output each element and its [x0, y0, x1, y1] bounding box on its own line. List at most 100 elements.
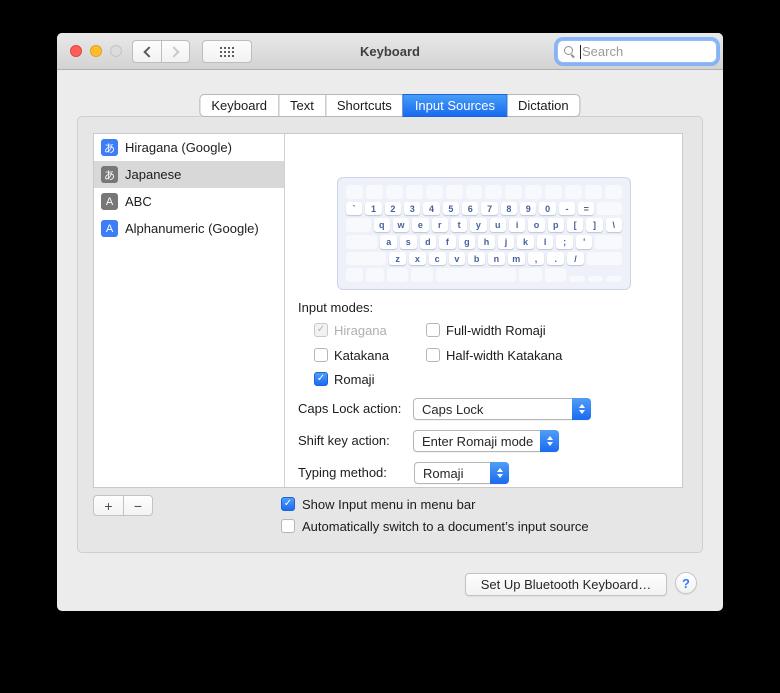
key-blank: [545, 268, 566, 283]
key--: -: [558, 201, 576, 216]
checkbox-katakana-label[interactable]: Katakana: [334, 348, 389, 363]
checkbox-hiragana: ✓: [314, 323, 328, 337]
key-blank: [606, 276, 622, 283]
checkbox-show-input-menu-label[interactable]: Show Input menu in menu bar: [302, 497, 475, 512]
key-b: b: [468, 251, 486, 266]
key-blank: [346, 268, 364, 283]
key-q: q: [373, 218, 390, 233]
list-item-abc[interactable]: A ABC: [94, 188, 284, 215]
key-2: 2: [384, 201, 402, 216]
key-j: j: [497, 235, 515, 249]
close-button[interactable]: [70, 45, 82, 57]
key-;: ;: [556, 235, 573, 249]
checkbox-auto-switch-label[interactable]: Automatically switch to a document’s inp…: [302, 519, 589, 534]
checkbox-half-width-katakana-label[interactable]: Half-width Katakana: [446, 348, 562, 363]
show-all-button[interactable]: [202, 40, 252, 63]
key-]: ]: [586, 218, 603, 233]
list-item-japanese[interactable]: あ Japanese: [94, 161, 284, 188]
checkbox-full-width-romaji[interactable]: [426, 323, 440, 337]
typing-method-value: Romaji: [423, 465, 464, 481]
input-source-icon: あ: [101, 139, 118, 156]
key-blank: [366, 268, 384, 283]
checkbox-show-input-menu[interactable]: ✓: [281, 497, 295, 511]
key-p: p: [547, 218, 564, 233]
checkbox-romaji[interactable]: ✓: [314, 372, 328, 386]
key-,: ,: [527, 251, 545, 266]
add-input-source-button[interactable]: +: [93, 495, 123, 516]
title-bar[interactable]: Keyboard Search: [57, 33, 723, 70]
key-g: g: [458, 235, 476, 249]
key-blank: [346, 235, 378, 249]
key-blank: [465, 185, 483, 199]
key-blank: [346, 185, 363, 199]
key-t: t: [450, 218, 468, 233]
tab-input-sources[interactable]: Input Sources: [402, 94, 508, 117]
input-sources-panel: あ Hiragana (Google) あ Japanese A ABC A A…: [93, 133, 683, 488]
preferences-window: Keyboard Search Keyboard Text Shortcuts …: [57, 33, 723, 611]
add-remove-group: + −: [93, 495, 153, 516]
key-w: w: [392, 218, 410, 233]
tab-text[interactable]: Text: [278, 94, 326, 117]
input-source-icon: A: [101, 193, 118, 210]
setup-bluetooth-keyboard-button[interactable]: Set Up Bluetooth Keyboard…: [465, 573, 667, 596]
key-5: 5: [442, 201, 460, 216]
caps-lock-action-select[interactable]: Caps Lock: [413, 398, 591, 420]
list-item-alphanumeric-google[interactable]: A Alphanumeric (Google): [94, 215, 284, 242]
tab-bar: Keyboard Text Shortcuts Input Sources Di…: [199, 94, 581, 117]
key-blank: [568, 276, 585, 283]
search-input[interactable]: Search: [557, 40, 717, 63]
back-button[interactable]: [132, 40, 161, 63]
tab-dictation[interactable]: Dictation: [506, 94, 581, 117]
list-item-label: Alphanumeric (Google): [125, 221, 259, 236]
popup-arrows-icon: [572, 398, 591, 420]
help-button[interactable]: ?: [675, 572, 697, 594]
key-blank: [545, 185, 563, 199]
input-modes-label: Input modes:: [298, 300, 374, 315]
checkbox-hiragana-label: Hiragana: [334, 323, 387, 338]
checkbox-half-width-katakana[interactable]: [426, 348, 440, 362]
key-v: v: [448, 251, 466, 266]
caps-lock-action-label: Caps Lock action:: [298, 401, 402, 416]
key-0: 0: [539, 201, 556, 216]
key-blank: [346, 251, 387, 266]
popup-arrows-icon: [540, 430, 559, 452]
key-s: s: [400, 235, 417, 249]
checkbox-full-width-romaji-label[interactable]: Full-width Romaji: [446, 323, 546, 338]
key-blank: [595, 235, 622, 249]
key-blank: [597, 201, 622, 216]
typing-method-select[interactable]: Romaji: [414, 462, 509, 484]
remove-input-source-button[interactable]: −: [123, 495, 153, 516]
checkbox-romaji-label[interactable]: Romaji: [334, 372, 374, 387]
list-item-label: ABC: [125, 194, 152, 209]
key-6: 6: [462, 201, 479, 216]
key-e: e: [412, 218, 429, 233]
key-blank: [425, 185, 443, 199]
key-\: \: [605, 218, 622, 233]
shift-key-action-select[interactable]: Enter Romaji mode: [413, 430, 559, 452]
zoom-button-disabled: [110, 45, 122, 57]
key-n: n: [488, 251, 505, 266]
panel-divider: [284, 134, 285, 487]
minimize-button[interactable]: [90, 45, 102, 57]
tab-keyboard[interactable]: Keyboard: [199, 94, 280, 117]
checkbox-katakana[interactable]: [314, 348, 328, 362]
tab-shortcuts[interactable]: Shortcuts: [324, 94, 404, 117]
key-y: y: [470, 218, 487, 233]
key-[: [: [566, 218, 584, 233]
key-k: k: [517, 235, 534, 249]
key-blank: [585, 185, 602, 199]
key-blank: [586, 251, 623, 266]
search-icon: [564, 45, 576, 58]
key-z: z: [389, 251, 406, 266]
key-x: x: [408, 251, 426, 266]
key-blank: [587, 276, 604, 283]
keyboard-layout-preview: ` 1 2 3 4 5 6 7 8 9 0- = q w e r t y u i o p[] \ a s d f g h j k l; ' z x c…: [337, 177, 631, 290]
typing-method-label: Typing method:: [298, 465, 387, 480]
key-/: /: [567, 251, 584, 266]
checkbox-auto-switch[interactable]: [281, 519, 295, 533]
list-item-hiragana-google[interactable]: あ Hiragana (Google): [94, 134, 284, 161]
key-i: i: [508, 218, 526, 233]
key-blank: [386, 268, 408, 283]
list-item-label: Hiragana (Google): [125, 140, 232, 155]
key-blank: [604, 185, 622, 199]
